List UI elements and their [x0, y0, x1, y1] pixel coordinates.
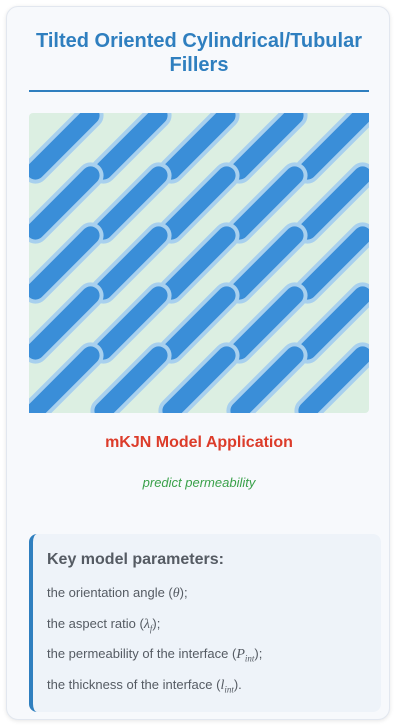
filler-diagram-svg — [29, 113, 369, 413]
parameter-tail: ); — [254, 646, 263, 662]
parameter-tail: ); — [152, 615, 161, 631]
parameter-item: the aspect ratio (λf); — [47, 611, 371, 642]
filler-diagram — [29, 113, 369, 413]
parameters-box: Key model parameters: the orientation an… — [29, 534, 381, 712]
parameter-list: the orientation angle (θ); the aspect ra… — [47, 580, 371, 702]
info-card: Tilted Oriented Cylindrical/Tubular Fill… — [6, 6, 390, 720]
card-title: Tilted Oriented Cylindrical/Tubular Fill… — [36, 30, 362, 76]
parameter-subscript: int — [244, 653, 255, 664]
parameter-tail: ). — [233, 676, 242, 692]
parameter-item: the orientation angle (θ); — [47, 580, 371, 611]
parameter-text: the aspect ratio ( — [47, 615, 144, 631]
title-divider — [29, 90, 369, 92]
parameter-text: the orientation angle ( — [47, 585, 173, 600]
parameter-symbol: P — [236, 647, 245, 663]
parameter-symbol: θ — [172, 586, 180, 601]
parameters-heading: Key model parameters: — [47, 551, 224, 568]
parameter-tail: ); — [179, 585, 188, 600]
parameter-text: the thickness of the interface ( — [47, 676, 221, 692]
application-subtitle: predict permeability — [142, 475, 256, 490]
parameter-text: the permeability of the interface ( — [47, 646, 237, 662]
parameter-item: the permeability of the interface (Pint)… — [47, 641, 371, 672]
parameter-subscript: int — [224, 684, 234, 695]
parameter-item: the thickness of the interface (lint). — [47, 672, 371, 703]
application-title: mKJN Model Application — [105, 434, 293, 451]
